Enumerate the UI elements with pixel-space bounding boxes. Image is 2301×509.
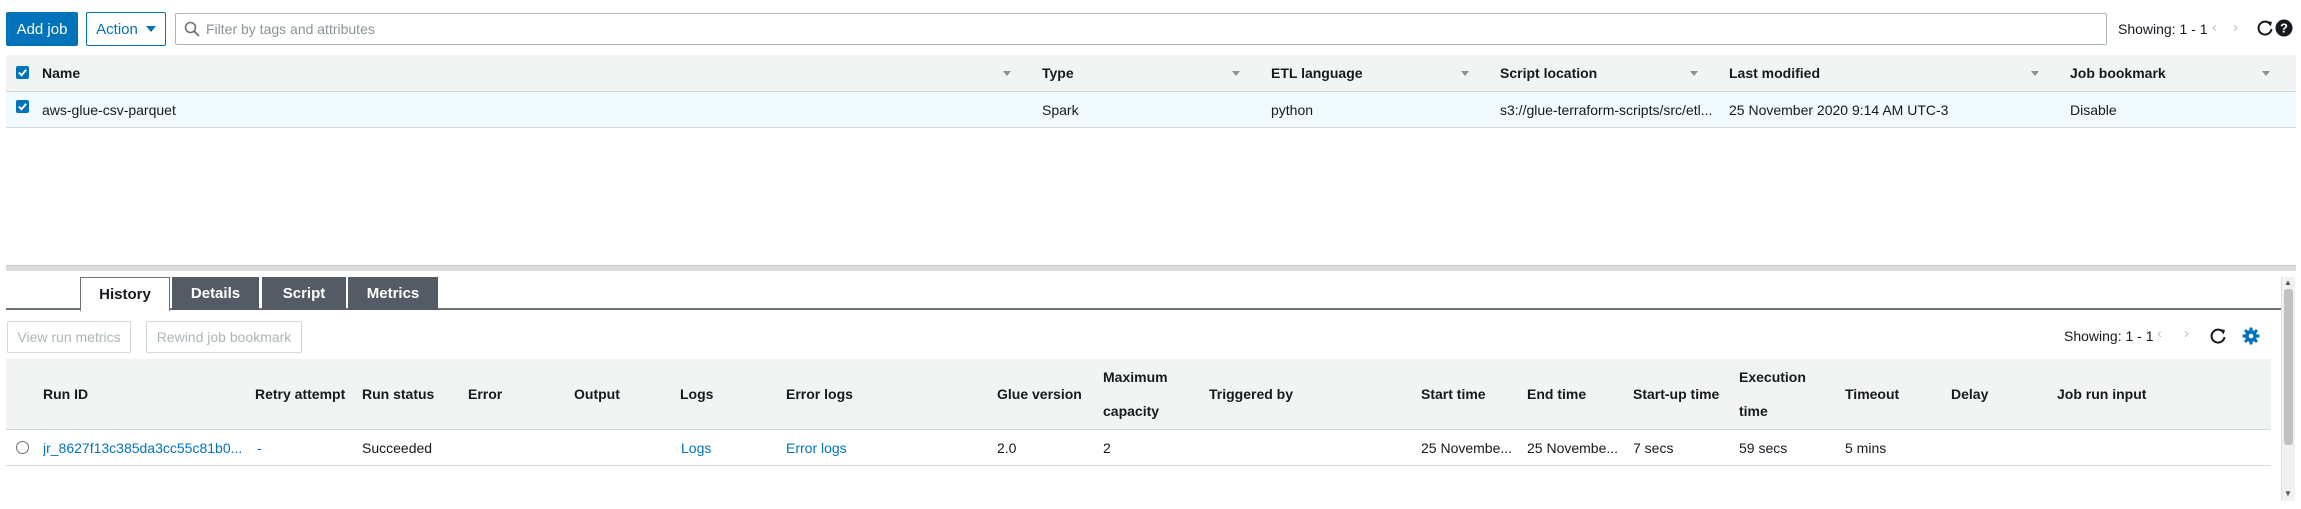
column-header-error: Error bbox=[468, 386, 503, 402]
column-header-maximum-capacity: Maximum capacity bbox=[1103, 369, 1168, 419]
column-header-retry-attempt: Retry attempt bbox=[255, 386, 346, 402]
search-input[interactable] bbox=[206, 18, 2086, 40]
retry-attempt-link[interactable]: - bbox=[257, 430, 357, 465]
end-time: 25 Novembe... bbox=[1527, 439, 1619, 456]
pagination-showing: Showing: 1 - 1 bbox=[2118, 21, 2208, 37]
delay bbox=[1951, 430, 2051, 465]
chevron-left-icon[interactable]: ‹ bbox=[2212, 19, 2217, 36]
detail-scrollbar[interactable]: ▲ ▼ bbox=[2281, 277, 2295, 501]
job-etl-language: python bbox=[1271, 101, 1314, 118]
logs-link[interactable]: Logs bbox=[681, 430, 781, 465]
runs-pagination-showing: Showing: 1 - 1 bbox=[2064, 328, 2154, 344]
timeout: 5 mins bbox=[1845, 439, 1887, 456]
column-header-last-modified[interactable]: Last modified bbox=[1729, 55, 1929, 91]
svg-text:?: ? bbox=[2280, 21, 2288, 36]
column-header-delay: Delay bbox=[1951, 386, 1989, 402]
startup-time: 7 secs bbox=[1633, 439, 1674, 456]
refresh-icon[interactable] bbox=[2255, 18, 2275, 38]
search-field[interactable] bbox=[175, 13, 2107, 45]
table-row[interactable]: jr_8627f13c385da3cc55c81b0... - Succeede… bbox=[6, 430, 2271, 466]
column-header-logs: Logs bbox=[680, 386, 714, 402]
column-header-name[interactable]: Name bbox=[42, 55, 992, 91]
panel-resize-handle[interactable] bbox=[6, 265, 2296, 271]
sort-caret-icon[interactable] bbox=[1690, 71, 1698, 76]
view-run-metrics-button[interactable]: View run metrics bbox=[7, 321, 131, 353]
job-last-modified: 25 November 2020 9:14 AM UTC-3 bbox=[1729, 101, 1949, 118]
job-type: Spark bbox=[1042, 101, 1079, 118]
jobs-table-header: Name Type ETL language Script location L… bbox=[6, 55, 2296, 92]
glue-version: 2.0 bbox=[997, 439, 1017, 456]
runs-table-header: Run ID Retry attempt Run status Error Ou… bbox=[6, 359, 2271, 430]
column-header-execution-time: Execution time bbox=[1739, 369, 1806, 419]
action-label: Action bbox=[96, 20, 138, 38]
table-row[interactable]: aws-glue-csv-parquet Spark python s3://g… bbox=[6, 92, 2296, 128]
triggered-by bbox=[1209, 430, 1409, 465]
run-error bbox=[468, 430, 568, 465]
check-icon bbox=[18, 69, 27, 77]
scroll-up-icon[interactable]: ▲ bbox=[2284, 278, 2292, 287]
search-icon bbox=[184, 21, 200, 37]
column-header-output: Output bbox=[574, 386, 620, 402]
job-name: aws-glue-csv-parquet bbox=[42, 101, 176, 118]
caret-down-icon bbox=[145, 26, 156, 32]
add-job-button[interactable]: Add job bbox=[6, 12, 78, 46]
row-checkbox[interactable] bbox=[16, 100, 29, 113]
run-status: Succeeded bbox=[362, 439, 433, 456]
job-run-input bbox=[2057, 430, 2257, 465]
column-header-start-time: Start time bbox=[1421, 386, 1486, 402]
column-header-job-bookmark[interactable]: Job bookmark bbox=[2070, 55, 2270, 91]
select-all-checkbox[interactable] bbox=[16, 66, 29, 79]
sort-caret-icon[interactable] bbox=[2031, 71, 2039, 76]
tab-script[interactable]: Script bbox=[262, 277, 346, 310]
tab-details[interactable]: Details bbox=[172, 277, 259, 310]
rewind-job-bookmark-button[interactable]: Rewind job bookmark bbox=[146, 321, 302, 353]
chevron-left-icon[interactable]: ‹ bbox=[2157, 325, 2162, 342]
chevron-right-icon[interactable]: › bbox=[2233, 19, 2238, 36]
job-bookmark: Disable bbox=[2070, 101, 2117, 118]
scrollbar-thumb[interactable] bbox=[2284, 289, 2293, 445]
sort-caret-icon[interactable] bbox=[1003, 71, 1011, 76]
settings-gear-icon[interactable] bbox=[2241, 326, 2261, 346]
maximum-capacity: 2 bbox=[1103, 439, 1111, 456]
column-header-type[interactable]: Type bbox=[1042, 55, 1242, 91]
sort-caret-icon[interactable] bbox=[2262, 71, 2270, 76]
column-header-error-logs: Error logs bbox=[786, 386, 853, 402]
jobs-toolbar: Add job Action Showing: 1 - 1 ‹ › ? bbox=[6, 12, 2296, 46]
run-radio-button[interactable] bbox=[16, 441, 29, 454]
help-icon[interactable]: ? bbox=[2274, 18, 2294, 38]
sort-caret-icon[interactable] bbox=[1232, 71, 1240, 76]
column-header-timeout: Timeout bbox=[1845, 386, 1900, 402]
column-header-glue-version: Glue version bbox=[997, 386, 1082, 402]
action-dropdown-button[interactable]: Action bbox=[86, 12, 166, 46]
chevron-right-icon[interactable]: › bbox=[2184, 325, 2189, 342]
sort-caret-icon[interactable] bbox=[1461, 71, 1469, 76]
error-logs-link[interactable]: Error logs bbox=[786, 430, 986, 465]
column-header-startup-time: Start-up time bbox=[1633, 386, 1720, 402]
column-header-etl-language[interactable]: ETL language bbox=[1271, 55, 1471, 91]
column-header-run-id: Run ID bbox=[43, 386, 89, 402]
execution-time: 59 secs bbox=[1739, 439, 1788, 456]
refresh-icon[interactable] bbox=[2208, 326, 2228, 346]
column-header-script-location[interactable]: Script location bbox=[1500, 55, 1700, 91]
job-script-location: s3://glue-terraform-scripts/src/etl... bbox=[1500, 101, 1713, 118]
column-header-triggered-by: Triggered by bbox=[1209, 386, 1294, 402]
column-header-run-status: Run status bbox=[362, 386, 435, 402]
column-header-job-run-input: Job run input bbox=[2057, 386, 2147, 402]
column-header-end-time: End time bbox=[1527, 386, 1587, 402]
tab-metrics[interactable]: Metrics bbox=[348, 277, 438, 310]
start-time: 25 Novembe... bbox=[1421, 439, 1513, 456]
run-id-link[interactable]: jr_8627f13c385da3cc55c81b0... bbox=[43, 430, 251, 465]
check-icon bbox=[18, 103, 27, 111]
run-output bbox=[574, 430, 674, 465]
tab-history[interactable]: History bbox=[80, 277, 170, 312]
detail-tabs: History Details Script Metrics bbox=[6, 277, 2286, 312]
scroll-down-icon[interactable]: ▼ bbox=[2284, 489, 2292, 498]
